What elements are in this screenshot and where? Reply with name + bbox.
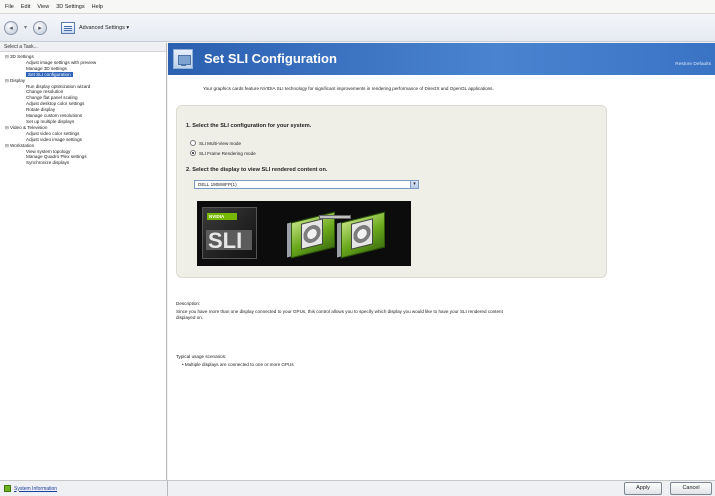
advanced-settings-icon [61,21,76,34]
intro-text: Your graphics cards feature NVIDIA SLI t… [203,86,494,91]
sli-illustration: NVIDIA SLI [197,201,411,266]
step-2-heading: 2. Select the display to view SLI render… [186,167,328,173]
description-text: Since you have more than one display con… [176,309,503,321]
tree-item-label: Workstation [10,142,35,148]
task-tree: ⊟3D Settings Adjust image settings with p… [0,52,166,166]
radio-button-selected-icon [190,150,196,156]
menu-edit[interactable]: Edit [21,4,30,10]
menu-3d-settings[interactable]: 3D Settings [56,4,84,10]
tree-item-label: Video & Television [10,124,48,130]
cancel-button[interactable]: Cancel [670,482,712,495]
usage-label: Typical usage scenarios: [176,354,227,359]
tree-item-label: Change resolution [26,89,64,95]
radio-button-icon [190,140,196,146]
tree-item-label: Adjust video image settings [26,136,82,142]
tree-item-label: Change flat panel scaling [26,95,78,101]
description-label: Description: [176,301,201,306]
toolbar: ◂ ▾ ▸ Advanced Settings ▾ [0,14,715,42]
tree-item-label: Rotate display [26,107,56,113]
back-arrow-icon: ◂ [9,24,13,32]
tree-item-label: 3D Settings [10,54,34,59]
advanced-settings-label: Advanced Settings [79,24,125,31]
apply-button[interactable]: Apply [624,482,662,495]
button-bar: Apply Cancel [168,480,715,496]
task-panel-header: Select a Task... [0,43,166,52]
system-info-icon [4,485,11,492]
page-banner: Set SLI Configuration Restore Defaults [168,43,715,75]
fan-icon [301,218,323,250]
radio-frame-rendering-label: SLI Frame Rendering mode [199,150,256,156]
forward-button[interactable]: ▸ [33,20,48,35]
tree-item-label: Manage custom resolutions [26,113,83,119]
restore-defaults-link[interactable]: Restore Defaults [675,62,711,67]
sli-settings-panel: 1. Select the SLI configuration for your… [176,105,607,278]
display-select[interactable]: DELL 1908WFP(1) ▾ [194,180,419,189]
radio-multi-view-label: SLI Multi-View mode [199,140,242,146]
chevron-down-icon: ▾ [124,24,130,31]
step-1-heading: 1. Select the SLI configuration for your… [186,123,312,129]
tree-item-label: Adjust video color settings [26,130,80,136]
tree-item-label: Set SLI configuration [26,71,73,77]
sli-logo-text: SLI [208,228,243,253]
tree-item-label: Synchronize displays [26,160,70,166]
tree-item-label: Adjust desktop color settings [26,101,85,107]
display-select-value: DELL 1908WFP(1) [198,182,237,187]
advanced-settings-button[interactable]: Advanced Settings ▾ [61,21,130,34]
tree-item-label: Adjust image settings with preview [26,59,97,65]
fan-icon [351,218,373,250]
content-pane: Set SLI Configuration Restore Defaults Y… [168,43,715,480]
left-status-bar: System Information [0,480,168,496]
page-title: Set SLI Configuration [204,51,337,66]
chevron-down-icon[interactable]: ▾ [410,181,418,188]
tree-item-label: Set up multiple displays [26,118,75,124]
back-dropdown-icon[interactable]: ▾ [24,24,27,31]
tree-item-label: View system topology [26,148,71,154]
nvidia-sli-logo: NVIDIA SLI [202,207,257,259]
display-icon [173,49,193,69]
tree-item-label: Manage 3D settings [26,65,67,71]
back-button[interactable]: ◂ [4,20,18,35]
menu-file[interactable]: File [5,4,14,10]
menu-bar: File Edit View 3D Settings Help [0,0,715,14]
tree-item-label: Manage Quadro Plex settings [26,154,87,160]
system-information-link[interactable]: System Information [4,485,57,492]
nvidia-brand-text: NVIDIA [209,214,225,219]
radio-multi-view[interactable]: SLI Multi-View mode [190,140,241,146]
menu-view[interactable]: View [37,4,49,10]
menu-help[interactable]: Help [92,4,103,10]
usage-item-text: Multiple displays are connected to one o… [184,362,294,367]
tree-item-label: Display [10,77,26,83]
radio-frame-rendering[interactable]: SLI Frame Rendering mode [190,150,256,156]
forward-arrow-icon: ▸ [38,24,42,32]
tree-item-label: Run display optimization wizard [26,83,91,89]
tree-task-link[interactable]: Synchronize displays [4,160,166,166]
task-panel: Select a Task... ⊟3D Settings Adjust imag… [0,43,167,480]
sli-bridge [319,215,351,219]
system-information-label: System Information [14,485,58,492]
usage-item: • Multiple displays are connected to one… [182,362,294,367]
